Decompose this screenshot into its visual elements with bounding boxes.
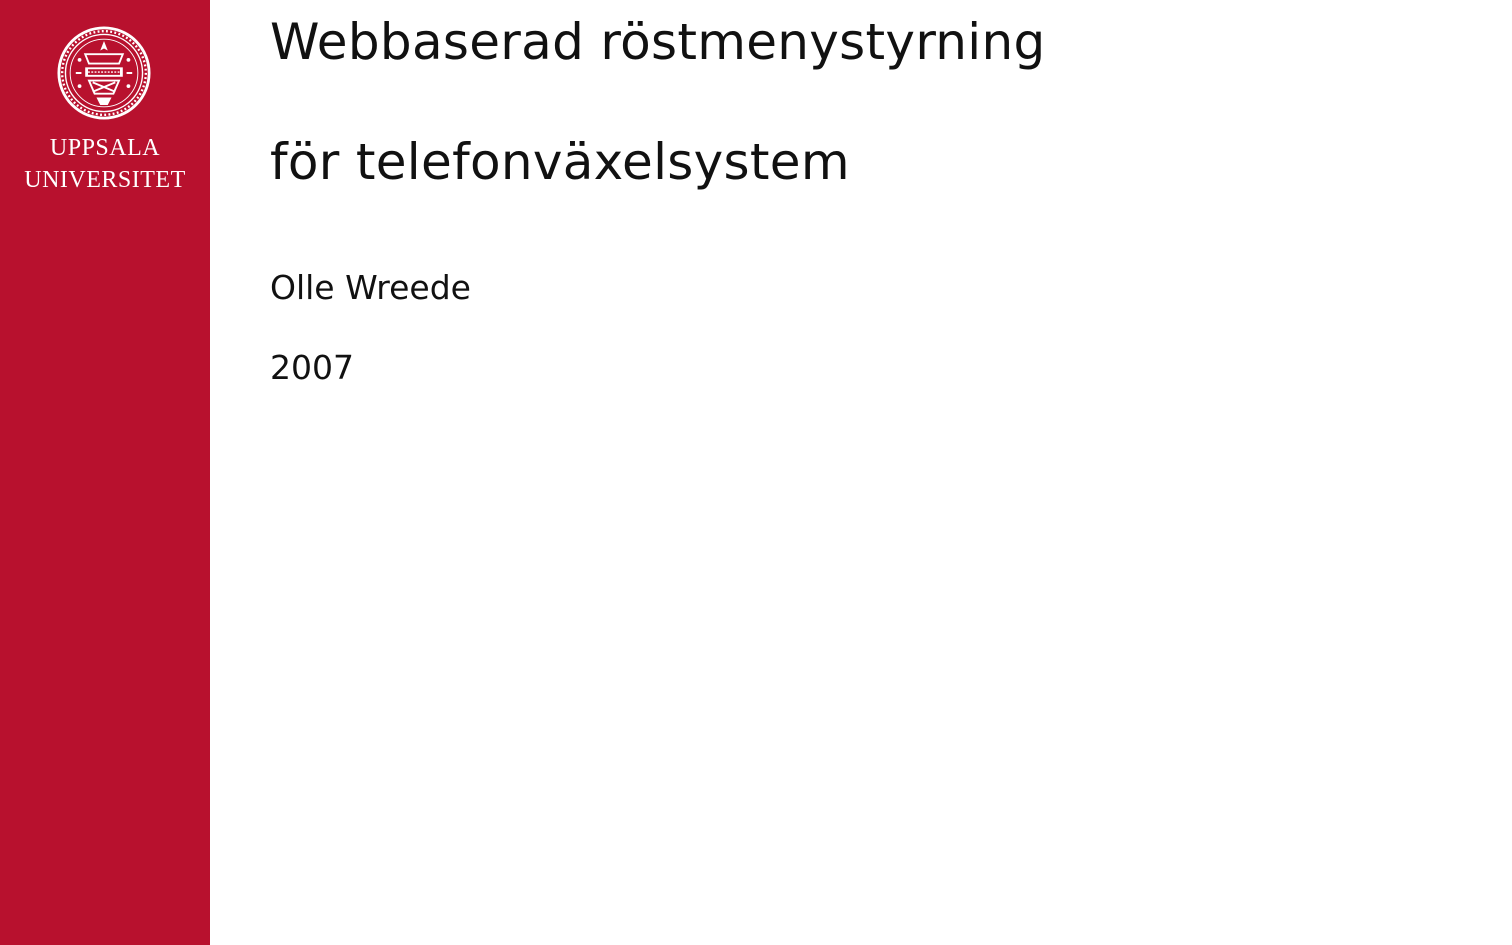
author-name: Olle Wreede	[270, 268, 471, 307]
university-name-line1: UPPSALA	[49, 135, 161, 161]
main-content: Webbaserad röstmenystyrning för telefonv…	[270, 0, 1512, 945]
document-cover-page: UPPSALA UNIVERSITET Webbaserad röstmenys…	[0, 0, 1512, 945]
document-title-line2: för telefonväxelsystem	[270, 133, 850, 191]
document-title-line1: Webbaserad röstmenystyrning	[270, 13, 1046, 71]
university-sidebar: UPPSALA UNIVERSITET	[0, 0, 210, 945]
university-name-line2: UNIVERSITET	[24, 167, 186, 193]
publication-year: 2007	[270, 348, 354, 387]
university-seal-icon	[57, 26, 151, 120]
